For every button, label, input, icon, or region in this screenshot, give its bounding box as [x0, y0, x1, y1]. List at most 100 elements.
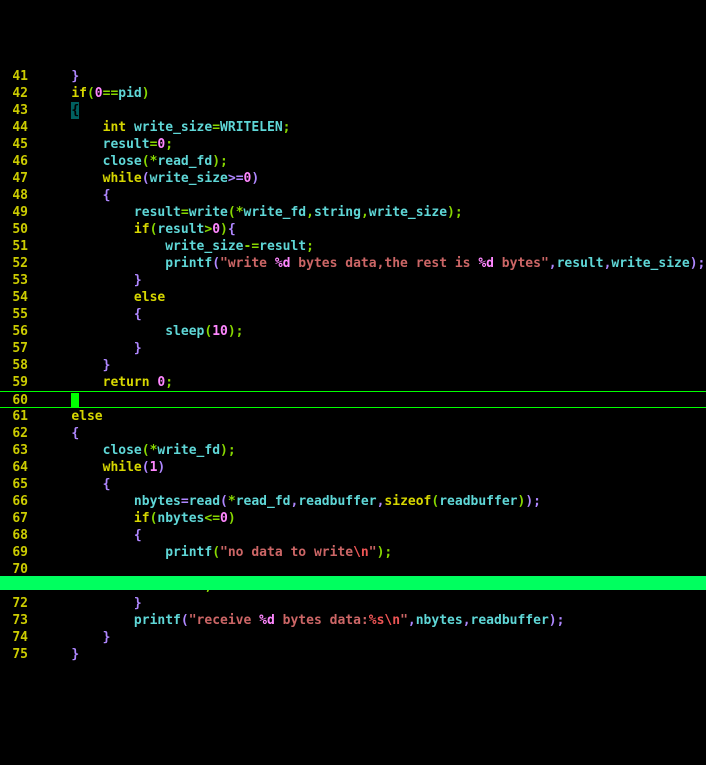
code-content[interactable]: if(0==pid): [32, 85, 150, 102]
code-line[interactable]: 43 {: [0, 102, 706, 119]
line-number: 59: [0, 374, 32, 391]
line-number: 54: [0, 289, 32, 306]
code-line[interactable]: 66 nbytes=read(*read_fd,readbuffer,sizeo…: [0, 493, 706, 510]
code-line[interactable]: 55 {: [0, 306, 706, 323]
line-number: 62: [0, 425, 32, 442]
code-content[interactable]: close(*read_fd);: [32, 153, 228, 170]
line-number: 47: [0, 170, 32, 187]
code-line[interactable]: 67 if(nbytes<=0): [0, 510, 706, 527]
code-line[interactable]: 42 if(0==pid): [0, 85, 706, 102]
code-line[interactable]: 69 printf("no data to write\n");: [0, 544, 706, 561]
code-content[interactable]: printf("receive %d bytes data:%s\n",nbyt…: [32, 612, 564, 629]
code-editor[interactable]: 41 }42 if(0==pid)43 {44 int write_size=W…: [0, 68, 706, 663]
code-content[interactable]: write_size-=result;: [32, 238, 314, 255]
code-content[interactable]: }: [32, 357, 110, 374]
line-number: 75: [0, 646, 32, 663]
line-number: 56: [0, 323, 32, 340]
line-number: 65: [0, 476, 32, 493]
code-content[interactable]: int write_size=WRITELEN;: [32, 119, 291, 136]
code-line[interactable]: 50 if(result>0){: [0, 221, 706, 238]
line-number: 41: [0, 68, 32, 85]
code-line[interactable]: 51 write_size-=result;: [0, 238, 706, 255]
code-content[interactable]: if(result>0){: [32, 221, 236, 238]
code-line[interactable]: 75 }: [0, 646, 706, 663]
code-line[interactable]: 74 }: [0, 629, 706, 646]
line-number: 55: [0, 306, 32, 323]
code-line[interactable]: 48 {: [0, 187, 706, 204]
code-line[interactable]: 52 printf("write %d bytes data,the rest …: [0, 255, 706, 272]
code-content[interactable]: }: [32, 272, 142, 289]
code-line[interactable]: 53 }: [0, 272, 706, 289]
code-content[interactable]: }: [32, 629, 110, 646]
code-line[interactable]: 49 result=write(*write_fd,string,write_s…: [0, 204, 706, 221]
code-line[interactable]: 72 }: [0, 595, 706, 612]
line-number: 58: [0, 357, 32, 374]
line-number: 42: [0, 85, 32, 102]
code-line[interactable]: 61 else: [0, 408, 706, 425]
code-content[interactable]: }: [32, 595, 142, 612]
code-content[interactable]: {: [32, 187, 110, 204]
code-content[interactable]: }: [32, 646, 79, 663]
code-content[interactable]: else: [32, 408, 103, 425]
line-number: 72: [0, 595, 32, 612]
code-line[interactable]: 47 while(write_size>=0): [0, 170, 706, 187]
code-content[interactable]: if(nbytes<=0): [32, 510, 236, 527]
code-line[interactable]: 59 return 0;: [0, 374, 706, 391]
code-content[interactable]: while(write_size>=0): [32, 170, 259, 187]
code-line[interactable]: 46 close(*read_fd);: [0, 153, 706, 170]
line-number: 50: [0, 221, 32, 238]
code-line[interactable]: 44 int write_size=WRITELEN;: [0, 119, 706, 136]
code-line[interactable]: 68 {: [0, 527, 706, 544]
code-content[interactable]: [32, 392, 79, 407]
code-line[interactable]: 41 }: [0, 68, 706, 85]
code-content[interactable]: nbytes=read(*read_fd,readbuffer,sizeof(r…: [32, 493, 541, 510]
code-content[interactable]: result=0;: [32, 136, 173, 153]
code-line[interactable]: 56 sleep(10);: [0, 323, 706, 340]
code-line[interactable]: 58 }: [0, 357, 706, 374]
line-number: 60: [0, 392, 32, 407]
line-number: 63: [0, 442, 32, 459]
code-content[interactable]: {: [32, 102, 79, 119]
code-line[interactable]: 60: [0, 391, 706, 408]
code-line[interactable]: 73 printf("receive %d bytes data:%s\n",n…: [0, 612, 706, 629]
line-number: 61: [0, 408, 32, 425]
line-number: 53: [0, 272, 32, 289]
line-number: 67: [0, 510, 32, 527]
line-number: 52: [0, 255, 32, 272]
line-number: 45: [0, 136, 32, 153]
code-content[interactable]: while(1): [32, 459, 165, 476]
code-content[interactable]: }: [32, 68, 79, 85]
code-line[interactable]: 45 result=0;: [0, 136, 706, 153]
code-line[interactable]: 64 while(1): [0, 459, 706, 476]
code-line[interactable]: 54 else: [0, 289, 706, 306]
line-number: 46: [0, 153, 32, 170]
code-line[interactable]: 62 {: [0, 425, 706, 442]
code-content[interactable]: sleep(10);: [32, 323, 244, 340]
code-line[interactable]: 65 {: [0, 476, 706, 493]
line-number: 48: [0, 187, 32, 204]
line-number: 44: [0, 119, 32, 136]
line-number: 68: [0, 527, 32, 544]
code-content[interactable]: printf("write %d bytes data,the rest is …: [32, 255, 705, 272]
line-number: 43: [0, 102, 32, 119]
line-number: 51: [0, 238, 32, 255]
line-number: 66: [0, 493, 32, 510]
line-number: 57: [0, 340, 32, 357]
line-number: 69: [0, 544, 32, 561]
code-content[interactable]: {: [32, 425, 79, 442]
code-content[interactable]: return 0;: [32, 374, 173, 391]
line-number: 73: [0, 612, 32, 629]
line-number: 74: [0, 629, 32, 646]
code-content[interactable]: else: [32, 289, 165, 306]
line-number: 49: [0, 204, 32, 221]
code-content[interactable]: {: [32, 306, 142, 323]
code-content[interactable]: printf("no data to write\n");: [32, 544, 392, 561]
code-line[interactable]: 63 close(*write_fd);: [0, 442, 706, 459]
line-number: 64: [0, 459, 32, 476]
code-content[interactable]: close(*write_fd);: [32, 442, 236, 459]
code-content[interactable]: result=write(*write_fd,string,write_size…: [32, 204, 463, 221]
code-content[interactable]: {: [32, 527, 142, 544]
code-line[interactable]: 57 }: [0, 340, 706, 357]
code-content[interactable]: {: [32, 476, 110, 493]
code-content[interactable]: }: [32, 340, 142, 357]
